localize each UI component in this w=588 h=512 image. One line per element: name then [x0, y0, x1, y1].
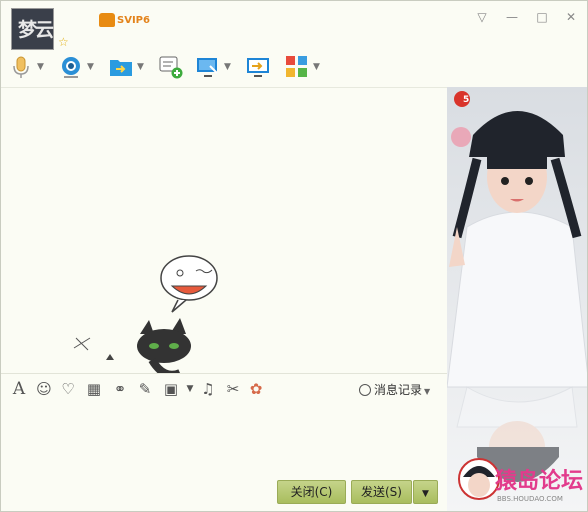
contact-show-photo[interactable]: 5: [447, 87, 587, 511]
crown-icon: [99, 13, 115, 27]
remote-screen-icon: [197, 58, 218, 77]
message-history-button[interactable]: 消息记录 ▼: [359, 381, 430, 398]
gif-sticker-button[interactable]: ♡: [58, 380, 78, 398]
chevron-down-icon[interactable]: ▼: [37, 62, 44, 72]
star-icon: ☆: [58, 35, 69, 49]
forum-watermark: 猿岛论坛 BBS.HOUDAO.COM: [457, 457, 585, 509]
folder-icon: [110, 60, 132, 76]
send-options-button[interactable]: ▼: [413, 480, 438, 504]
menu-dropdown-button[interactable]: ▽: [473, 9, 491, 25]
avatar-caption: 梦云: [18, 19, 54, 41]
more-button[interactable]: ✿: [246, 380, 266, 398]
chat-theme-illustration: [73, 255, 218, 379]
send-button[interactable]: 发送(S): [351, 480, 412, 504]
camera-icon: [62, 57, 80, 78]
font-button[interactable]: A: [9, 380, 29, 398]
apps-icon: [286, 56, 307, 77]
input-toolbar: A ☺ ♡ ▦ ⚭ ✎ ▣ ▼ ♫ ✂ ✿ 消息记录 ▼: [1, 373, 447, 404]
message-input[interactable]: [1, 404, 447, 476]
edit-image-button[interactable]: ✎: [135, 380, 155, 398]
chevron-down-icon[interactable]: ▼: [224, 62, 231, 72]
watermark-text: 猿岛论坛: [495, 469, 584, 494]
chat-window: 梦云 ☆ SVIP6 ▽ — □ ✕ ▼ ▼ ▼ ▼ ▼ A ☺ ♡ ▦ ⚭ ✎…: [0, 0, 588, 512]
send-image-button[interactable]: ▣: [161, 380, 181, 398]
message-history-label: 消息记录: [374, 383, 423, 397]
close-window-button[interactable]: ✕: [562, 9, 580, 25]
clock-icon: [359, 384, 371, 396]
emoji-button[interactable]: ☺: [34, 380, 54, 398]
chat-add-icon: [159, 56, 183, 79]
girl-portrait-image: [447, 87, 587, 511]
music-button[interactable]: ♫: [198, 380, 218, 398]
chevron-down-icon[interactable]: ▼: [137, 62, 144, 72]
watermark-subtext: BBS.HOUDAO.COM: [497, 495, 563, 503]
chevron-down-icon[interactable]: ▼: [180, 380, 200, 398]
maximize-button[interactable]: □: [533, 9, 551, 25]
message-area[interactable]: [2, 88, 447, 379]
minimize-button[interactable]: —: [503, 9, 521, 25]
chevron-down-icon: ▼: [424, 387, 431, 396]
chevron-down-icon[interactable]: ▼: [313, 62, 320, 72]
share-screen-icon: [247, 58, 269, 77]
chevron-down-icon: ▼: [422, 489, 429, 499]
window-shake-button[interactable]: ▦: [84, 380, 104, 398]
screenshot-button[interactable]: ✂: [223, 380, 243, 398]
microphone-icon: [13, 56, 29, 78]
svip-label: SVIP6: [117, 15, 150, 26]
close-button[interactable]: 关闭(C): [277, 480, 346, 504]
voice-message-button[interactable]: ⚭: [110, 380, 130, 398]
contact-avatar[interactable]: 梦云: [11, 8, 54, 50]
notification-badge: 5: [463, 95, 470, 105]
chevron-down-icon[interactable]: ▼: [87, 62, 94, 72]
